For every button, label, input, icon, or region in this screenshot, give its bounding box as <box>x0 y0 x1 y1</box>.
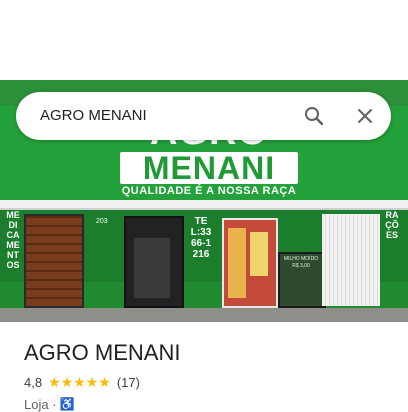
top-blank-area <box>0 0 408 80</box>
doorway-interior <box>134 238 170 298</box>
search-icon[interactable] <box>302 104 326 128</box>
left-vertical-sign: MEDICAMENTOS <box>6 210 20 270</box>
phone-sign: TEL:3366-1216 <box>190 216 212 260</box>
glass-door-poster <box>228 228 246 298</box>
awning <box>0 200 408 210</box>
sidewalk <box>0 308 408 322</box>
right-vertical-sign: RAÇÕES <box>385 210 399 240</box>
chalkboard-text: MILHO MOÍDO R$ 3,00 <box>283 256 319 269</box>
wheelchair-icon: ♿ <box>59 397 75 411</box>
close-icon[interactable] <box>353 104 377 128</box>
door-number: 203 <box>96 218 108 225</box>
sign-main-text: MENANI <box>120 152 298 184</box>
rating-row[interactable]: 4,8 ★★★★★ (17) <box>24 374 140 390</box>
wooden-door <box>24 214 84 308</box>
category-row: Loja · ♿ <box>24 396 74 412</box>
review-count[interactable]: (17) <box>117 375 140 390</box>
glass-door-poster-2 <box>250 232 268 276</box>
place-category: Loja · <box>24 396 57 412</box>
sign-tagline: QUALIDADE É A NOSSA RAÇA <box>121 185 297 197</box>
rolling-shutter <box>322 214 380 306</box>
search-input[interactable]: AGRO MENANI <box>40 107 147 125</box>
star-icon: ★★★★★ <box>48 373 111 390</box>
search-bar[interactable]: AGRO MENANI <box>16 92 391 140</box>
rating-value: 4,8 <box>24 374 43 390</box>
place-title: AGRO MENANI <box>24 340 181 365</box>
